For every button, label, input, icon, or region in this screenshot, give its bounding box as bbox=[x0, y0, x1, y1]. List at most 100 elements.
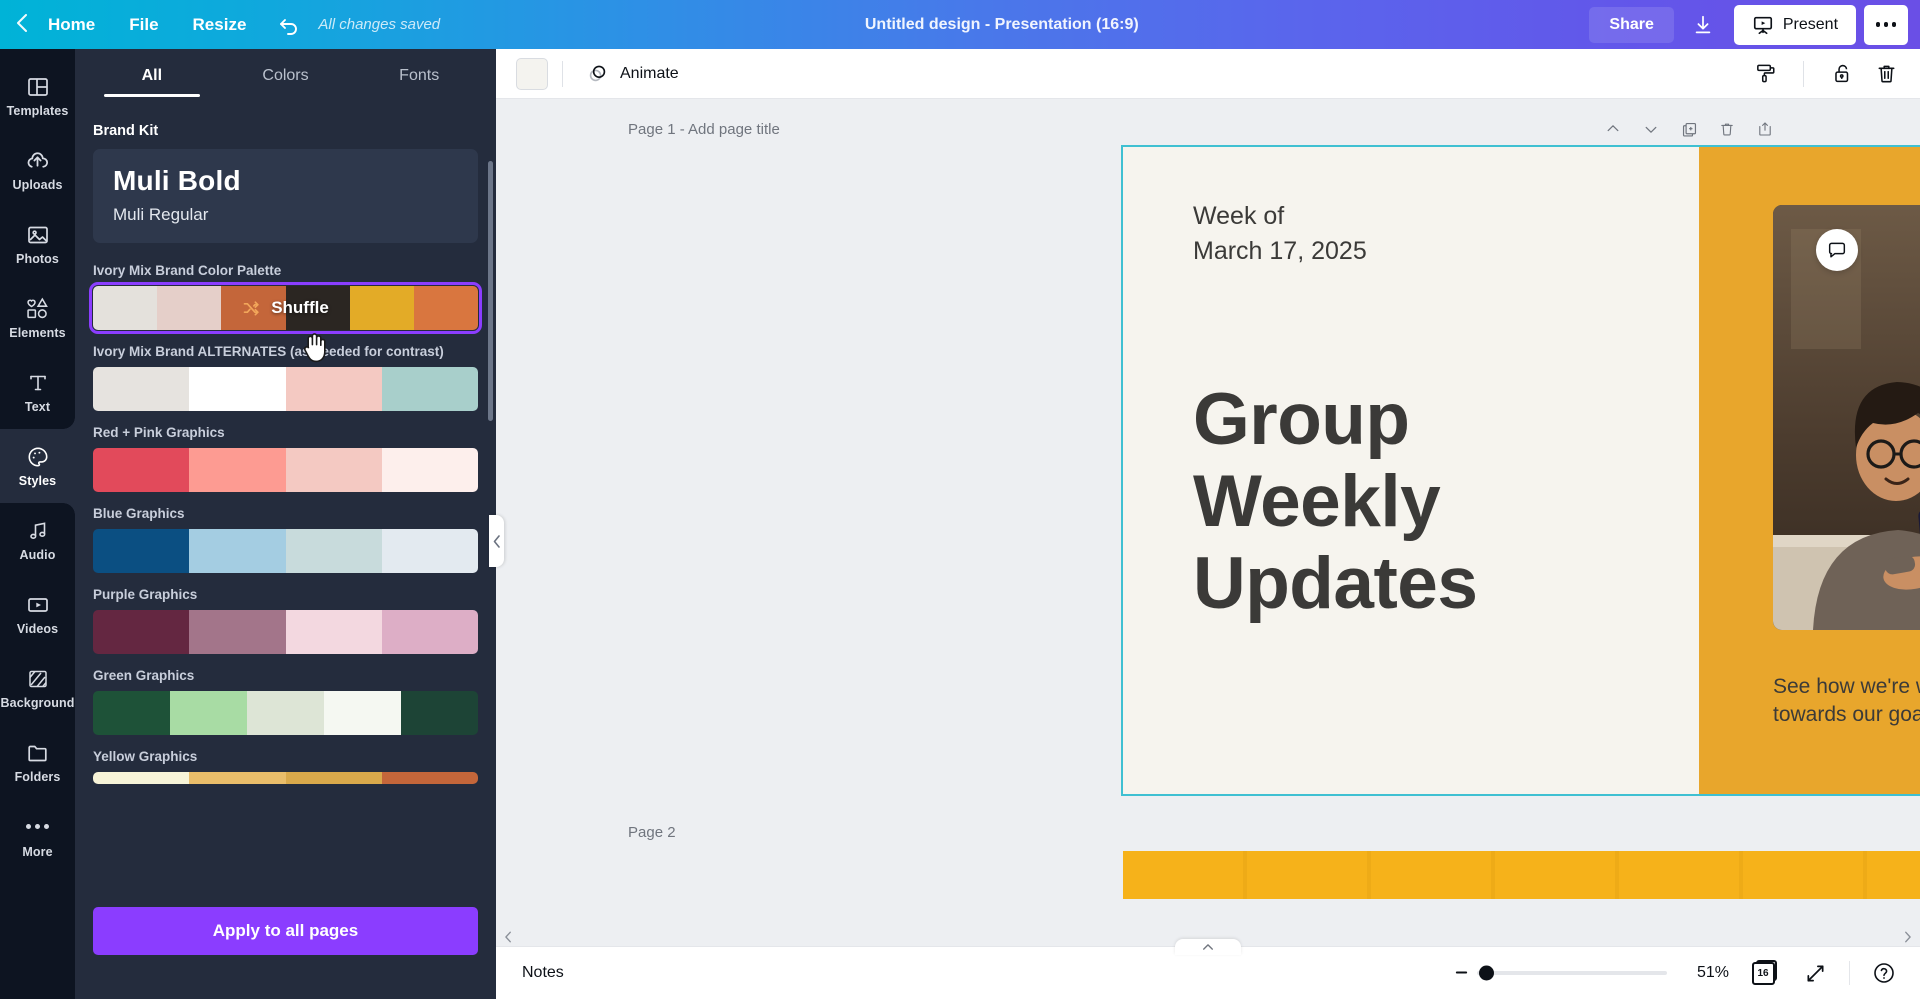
animate-circles-icon bbox=[589, 65, 606, 82]
palette-swatches-5[interactable] bbox=[93, 691, 478, 735]
palette-swatches-4[interactable] bbox=[93, 610, 478, 654]
apply-to-all-pages-button[interactable]: Apply to all pages bbox=[93, 907, 478, 955]
slide-cta-text[interactable]: See how we're working towards our goals bbox=[1773, 673, 1920, 730]
animate-label: Animate bbox=[620, 64, 679, 82]
tab-all[interactable]: All bbox=[85, 53, 219, 97]
slide-cta-line-2: towards our goals bbox=[1773, 703, 1920, 727]
page-1-tools bbox=[1600, 116, 1778, 142]
collapse-panel-button[interactable] bbox=[489, 515, 504, 567]
page-grid-icon[interactable]: 16 bbox=[1745, 955, 1781, 991]
bottom-bar-right: 51% 16 bbox=[1455, 955, 1902, 991]
resize-button[interactable]: Resize bbox=[179, 9, 261, 41]
share-button[interactable]: Share bbox=[1589, 6, 1674, 43]
brand-font-card[interactable]: Muli Bold Muli Regular bbox=[93, 149, 478, 243]
slide-page-1[interactable]: Week of March 17, 2025 Group Weekly Upda… bbox=[1121, 145, 1920, 796]
design-title[interactable]: Untitled design - Presentation (16:9) bbox=[865, 16, 1139, 34]
palette-swatches-3[interactable] bbox=[93, 529, 478, 573]
toolbar-divider bbox=[562, 60, 563, 87]
tab-fonts[interactable]: Fonts bbox=[352, 53, 486, 97]
sidebar-label-more: More bbox=[22, 844, 53, 859]
page-2-title-label: Page 2 bbox=[628, 824, 676, 841]
styles-panel: All Colors Fonts Brand Kit Muli Bold Mul… bbox=[75, 49, 496, 999]
slide-eyebrow-line-2: March 17, 2025 bbox=[1193, 236, 1367, 265]
canvas-scroll-area: Page 1 - Add page title Week of March 17… bbox=[496, 99, 1920, 999]
slide-page-2[interactable] bbox=[1123, 851, 1920, 899]
sidebar-item-elements[interactable]: Elements bbox=[0, 281, 75, 355]
expand-diagonal-icon[interactable] bbox=[1797, 955, 1833, 991]
chevron-left-icon[interactable] bbox=[16, 13, 28, 37]
comment-bubble-icon[interactable] bbox=[1816, 229, 1858, 271]
sidebar-item-folders[interactable]: Folders bbox=[0, 725, 75, 799]
undo-arrow-icon[interactable] bbox=[278, 13, 302, 37]
download-icon[interactable] bbox=[1680, 5, 1726, 45]
tab-colors[interactable]: Colors bbox=[219, 53, 353, 97]
templates-layout-icon bbox=[27, 77, 48, 96]
sidebar-item-background[interactable]: Background bbox=[0, 651, 75, 725]
page-2-title[interactable]: Page 2 bbox=[628, 824, 1778, 841]
slide-title-text[interactable]: Group Weekly Updates bbox=[1193, 379, 1478, 624]
slide-cta-line-1: See how we're working bbox=[1773, 675, 1920, 698]
slide-title-line-3: Updates bbox=[1193, 542, 1478, 624]
duplicate-page-icon[interactable] bbox=[1676, 116, 1702, 142]
slide-photo[interactable]: Graphics bbox=[1773, 205, 1920, 630]
shuffle-overlay[interactable]: Shuffle bbox=[93, 286, 478, 330]
zoom-out-button[interactable] bbox=[1455, 965, 1468, 982]
home-button[interactable]: Home bbox=[34, 9, 109, 41]
sidebar-label-text: Text bbox=[24, 399, 51, 414]
notes-button[interactable]: Notes bbox=[514, 958, 572, 988]
unlock-icon[interactable] bbox=[1822, 54, 1862, 94]
move-page-down-icon[interactable] bbox=[1638, 116, 1664, 142]
palette-swatches-2[interactable] bbox=[93, 448, 478, 492]
presentation-screen-icon bbox=[1753, 16, 1772, 34]
collapse-notes-handle[interactable] bbox=[1175, 939, 1241, 955]
more-options-button[interactable] bbox=[1864, 4, 1909, 45]
video-play-icon bbox=[27, 597, 48, 612]
palette-swatches-1[interactable] bbox=[93, 367, 478, 411]
music-note-icon bbox=[29, 521, 45, 539]
zoom-slider[interactable] bbox=[1477, 965, 1667, 981]
palette-label-3: Blue Graphics bbox=[93, 506, 185, 521]
sidebar-item-more[interactable]: More bbox=[0, 799, 75, 873]
slide-eyebrow-text[interactable]: Week of March 17, 2025 bbox=[1193, 199, 1367, 268]
zoom-slider-handle[interactable] bbox=[1479, 965, 1494, 981]
editor-area: Animate Page 1 - Add page title Week of … bbox=[496, 49, 1920, 999]
more-horizontal-icon bbox=[26, 814, 49, 840]
palette-swatches-6[interactable] bbox=[93, 772, 478, 784]
sidebar-item-styles[interactable]: Styles bbox=[0, 429, 75, 503]
sidebar-item-uploads[interactable]: Uploads bbox=[0, 133, 75, 207]
trash-icon[interactable] bbox=[1866, 54, 1906, 94]
zoom-percentage[interactable]: 51% bbox=[1683, 964, 1729, 982]
paint-roller-icon[interactable] bbox=[1745, 54, 1785, 94]
sidebar-item-templates[interactable]: Templates bbox=[0, 59, 75, 133]
slide-title-line-1: Group bbox=[1193, 379, 1410, 460]
page-1-title[interactable]: Page 1 - Add page title bbox=[628, 121, 780, 138]
canva-editor-window: Home File Resize All changes saved Untit… bbox=[0, 0, 1920, 999]
slide-2-banner bbox=[1123, 851, 1920, 899]
scroll-left-icon[interactable] bbox=[504, 931, 513, 946]
add-page-icon[interactable] bbox=[1752, 116, 1778, 142]
file-menu-button[interactable]: File bbox=[115, 9, 172, 41]
palette-label-1: Ivory Mix Brand ALTERNATES (as needed fo… bbox=[93, 344, 444, 359]
present-button[interactable]: Present bbox=[1733, 4, 1857, 45]
panel-scrollbar[interactable] bbox=[488, 161, 493, 421]
palette-icon bbox=[28, 446, 48, 467]
slide-eyebrow-line-1: Week of bbox=[1193, 202, 1285, 230]
sidebar-item-videos[interactable]: Videos bbox=[0, 577, 75, 651]
chevron-up-icon bbox=[1203, 944, 1213, 950]
sidebar-item-audio[interactable]: Audio bbox=[0, 503, 75, 577]
help-question-icon[interactable] bbox=[1866, 955, 1902, 991]
scroll-right-icon[interactable] bbox=[1903, 931, 1912, 946]
page-color-swatch[interactable] bbox=[516, 57, 548, 90]
sidebar-item-photos[interactable]: Photos bbox=[0, 207, 75, 281]
sidebar-label-background: Background bbox=[0, 695, 75, 710]
present-label: Present bbox=[1782, 15, 1839, 33]
photo-image-icon bbox=[27, 226, 48, 243]
brand-kit-heading: Brand Kit bbox=[93, 123, 159, 139]
page-count-badge: 16 bbox=[1751, 959, 1777, 985]
cloud-upload-icon bbox=[27, 152, 49, 168]
shapes-elements-icon bbox=[27, 297, 48, 319]
delete-page-icon[interactable] bbox=[1714, 116, 1740, 142]
palette-swatches-0[interactable]: Shuffle bbox=[89, 282, 482, 334]
move-page-up-icon[interactable] bbox=[1600, 116, 1626, 142]
animate-button[interactable]: Animate bbox=[577, 55, 687, 92]
